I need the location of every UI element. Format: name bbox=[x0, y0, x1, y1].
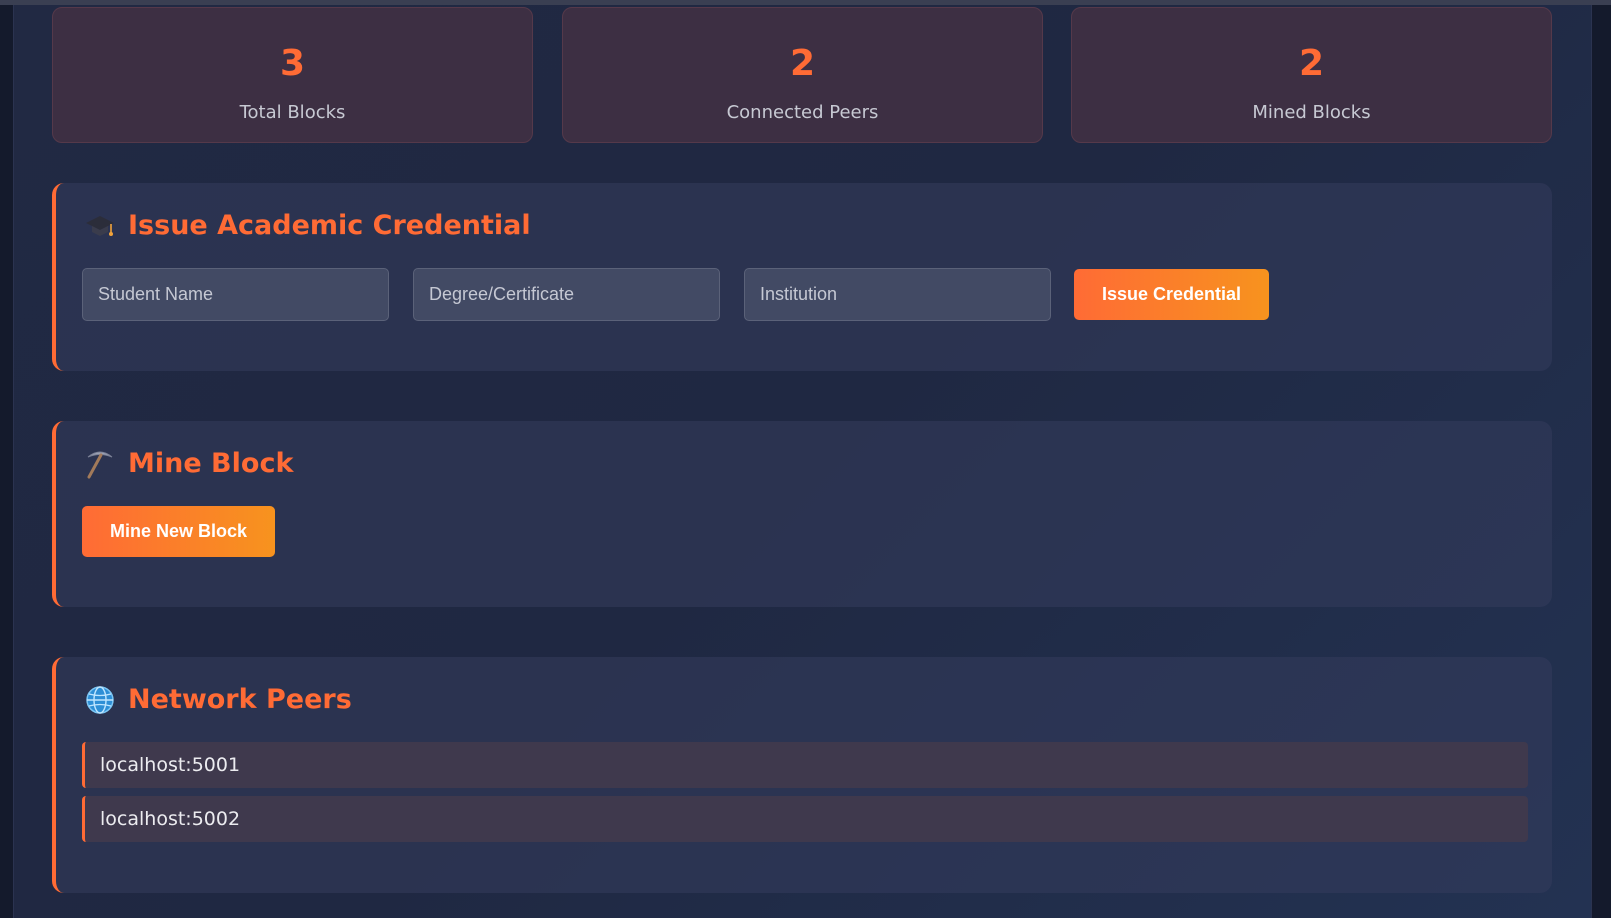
panel-header: Issue Academic Credential bbox=[84, 209, 531, 243]
stat-value: 2 bbox=[1298, 43, 1325, 84]
stat-card-mined-blocks: 2 Mined Blocks bbox=[1071, 7, 1552, 143]
network-peers-panel: Network Peers localhost:5001 localhost:5… bbox=[52, 657, 1552, 893]
panel-header: Mine Block bbox=[84, 447, 293, 481]
issue-credential-panel: Issue Academic Credential Issue Credenti… bbox=[52, 183, 1552, 371]
stat-card-total-blocks: 3 Total Blocks bbox=[52, 7, 533, 143]
panel-header: Network Peers bbox=[84, 683, 352, 717]
dashboard-page: 3 Total Blocks 2 Connected Peers 2 Mined… bbox=[13, 0, 1592, 918]
issue-credential-button[interactable]: Issue Credential bbox=[1074, 269, 1269, 320]
panel-title: Issue Academic Credential bbox=[128, 210, 531, 241]
globe-icon bbox=[84, 684, 116, 716]
stat-card-connected-peers: 2 Connected Peers bbox=[562, 7, 1043, 143]
stat-value: 3 bbox=[279, 43, 306, 84]
peer-item: localhost:5001 bbox=[82, 742, 1528, 788]
stat-label: Connected Peers bbox=[726, 102, 879, 123]
graduation-cap-icon bbox=[84, 210, 116, 242]
institution-input[interactable] bbox=[744, 268, 1051, 321]
student-name-input[interactable] bbox=[82, 268, 389, 321]
degree-input[interactable] bbox=[413, 268, 720, 321]
stat-label: Mined Blocks bbox=[1252, 102, 1371, 123]
panel-title: Network Peers bbox=[128, 684, 352, 715]
mine-block-button[interactable]: Mine New Block bbox=[82, 506, 275, 557]
panel-title: Mine Block bbox=[128, 448, 294, 479]
stat-value: 2 bbox=[789, 43, 816, 84]
peer-item: localhost:5002 bbox=[82, 796, 1528, 842]
pickaxe-icon bbox=[84, 448, 116, 480]
top-border bbox=[0, 0, 1611, 5]
mine-block-panel: Mine Block Mine New Block bbox=[52, 421, 1552, 607]
stat-label: Total Blocks bbox=[239, 102, 346, 123]
